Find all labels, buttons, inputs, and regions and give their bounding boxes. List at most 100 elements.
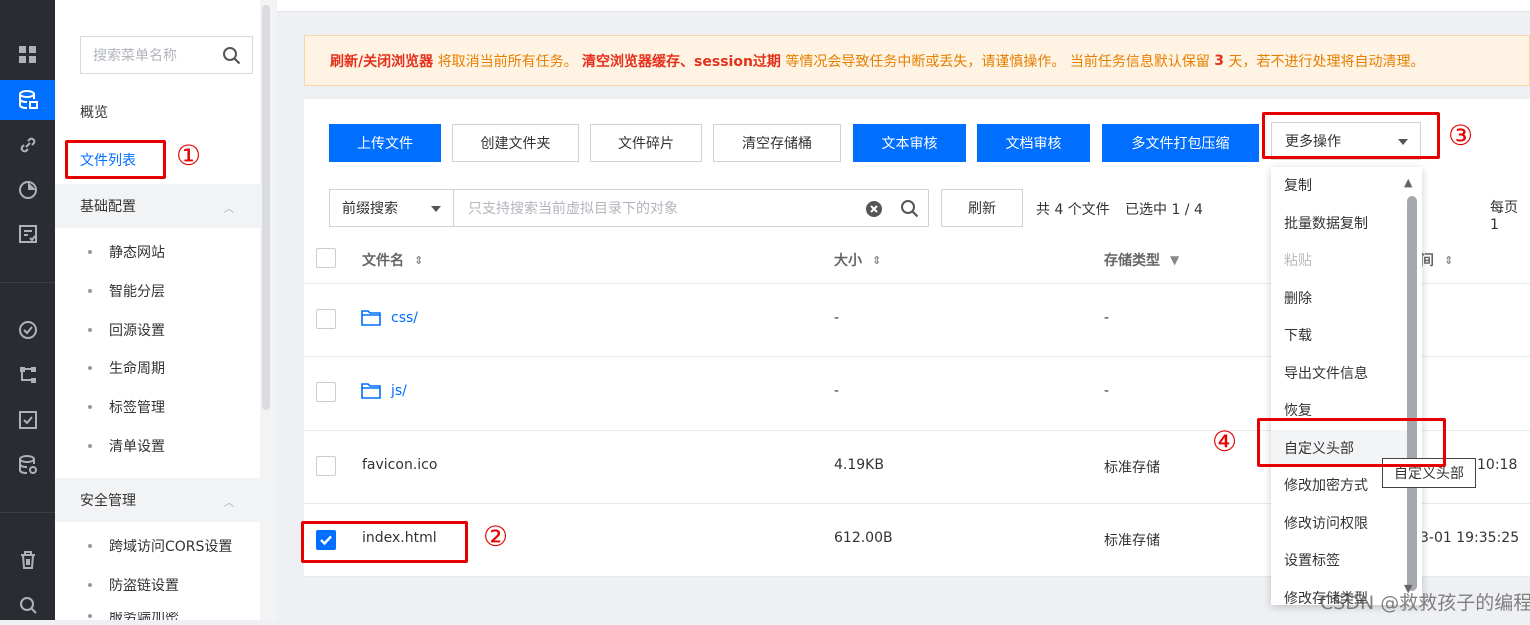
sidebar-item-overview[interactable]: 概览 [80,102,108,122]
sidebar-item-encryption[interactable]: 服务端加密 [88,612,179,620]
annotation-box-4 [1257,418,1446,467]
menu-item-set-tags[interactable]: 设置标签 [1284,550,1340,570]
menu-item-delete[interactable]: 删除 [1284,288,1312,308]
filter-icon[interactable]: ▼ [1170,253,1179,267]
menu-item-restore[interactable]: 恢复 [1284,400,1312,420]
menu-scrollbar[interactable] [1407,196,1417,591]
col-header-label: 大小 [834,253,862,269]
banner-emphasis: 刷新/关闭浏览器 [330,53,434,70]
modified-time: 10:18 [1477,457,1518,473]
trash-icon[interactable] [0,540,55,580]
bullet-icon [88,583,92,587]
file-size: - [834,310,840,326]
menu-search-input[interactable]: 搜索菜单名称 [80,36,253,74]
sidebar-group-basic-config[interactable]: 基础配置 ︿ [55,184,260,228]
annotation-number-3: ③ [1448,119,1474,152]
nav-rail [0,0,55,620]
multi-zip-button[interactable]: 多文件打包压缩 [1102,124,1259,162]
sidebar-item-label: 标签管理 [109,400,165,416]
fragments-button[interactable]: 文件碎片 [590,124,702,162]
sidebar-group-security[interactable]: 安全管理 ︿ [55,478,260,522]
sidebar-scrollbar[interactable] [262,5,270,410]
sidebar-item-lifecycle[interactable]: 生命周期 [88,358,165,378]
warning-banner: 刷新/关闭浏览器 将取消当前所有任务。 清空浏览器缓存、session过期 等情… [304,35,1530,86]
globe-icon[interactable] [0,310,55,350]
scroll-up-icon[interactable]: ▲ [1404,176,1412,189]
text-review-button[interactable]: 文本审核 [853,124,966,162]
annotation-number-2: ② [483,520,509,553]
rail-divider [0,512,55,513]
annotation-box-3 [1262,112,1440,159]
storage-type: 标准存储 [1104,460,1160,476]
col-header-storage[interactable]: 存储类型 ▼ [1104,250,1179,270]
sidebar-item-inventory[interactable]: 清单设置 [88,436,165,456]
menu-item-export-info[interactable]: 导出文件信息 [1284,363,1368,383]
sidebar-group-label: 基础配置 [80,199,136,215]
banner-emphasis: 3 [1214,52,1225,69]
per-page-label: 每页 1 [1490,200,1518,233]
storage-type: - [1104,383,1110,399]
col-header-name[interactable]: 文件名 ⇕ [362,250,423,270]
sort-icon[interactable]: ⇕ [414,254,423,267]
sidebar-item-tags[interactable]: 标签管理 [88,397,165,417]
sidebar-item-label: 静态网站 [109,245,165,261]
database-settings-icon[interactable] [0,445,55,485]
sidebar [55,0,260,620]
pie-chart-icon[interactable] [0,170,55,210]
tree-icon[interactable] [0,355,55,395]
clear-icon[interactable] [864,199,884,223]
report-icon[interactable] [0,214,55,254]
top-strip [277,0,1530,12]
folder-icon [361,382,381,403]
col-header-label: 文件名 [362,253,404,269]
menu-item-paste: 粘贴 [1284,253,1312,269]
select-all-checkbox[interactable] [316,248,336,268]
object-search-input[interactable]: 只支持搜索当前虚拟目录下的对象 [453,189,929,227]
create-folder-button[interactable]: 创建文件夹 [452,124,579,162]
annotation-box-2 [301,521,468,563]
storage-icon[interactable] [0,80,55,120]
sort-icon[interactable]: ⇕ [872,254,881,267]
search-zoom-icon[interactable] [0,585,55,625]
dashboard-icon[interactable] [0,35,55,75]
sidebar-item-smart-tiering[interactable]: 智能分层 [88,281,165,301]
refresh-button[interactable]: 刷新 [941,189,1023,227]
row-checkbox[interactable] [316,456,336,476]
menu-item-change-acl[interactable]: 修改访问权限 [1284,513,1368,533]
menu-item-change-encryption[interactable]: 修改加密方式 [1284,475,1368,495]
watermark: CSDN @救救孩子的编程 [1320,592,1530,614]
sidebar-item-origin[interactable]: 回源设置 [88,320,165,340]
search-icon[interactable] [222,46,242,70]
task-check-icon[interactable] [0,400,55,440]
sidebar-item-cors[interactable]: 跨域访问CORS设置 [88,536,232,556]
doc-review-button[interactable]: 文档审核 [977,124,1090,162]
file-name-link[interactable]: js/ [391,383,407,399]
col-header-size[interactable]: 大小 ⇕ [834,250,881,270]
prefix-search-select[interactable]: 前缀搜索 [329,189,454,227]
col-header-label: 间 [1420,253,1434,269]
search-icon[interactable] [900,199,920,223]
upload-button[interactable]: 上传文件 [329,124,441,162]
caret-down-icon [431,206,441,212]
file-size: - [834,383,840,399]
menu-search-placeholder: 搜索菜单名称 [93,48,177,64]
menu-item-download[interactable]: 下载 [1284,325,1312,345]
menu-item-copy[interactable]: 复制 [1284,175,1312,195]
sidebar-item-label: 回源设置 [109,323,165,339]
clear-bucket-button[interactable]: 清空存储桶 [713,124,841,162]
row-checkbox[interactable] [316,382,336,402]
menu-item-batch-copy[interactable]: 批量数据复制 [1284,213,1368,233]
bullet-icon [88,328,92,332]
modified-time: 3-01 19:35:25 [1420,530,1520,546]
object-search-placeholder: 只支持搜索当前虚拟目录下的对象 [468,201,678,217]
row-checkbox[interactable] [316,309,336,329]
sidebar-item-static-site[interactable]: 静态网站 [88,242,165,262]
file-name[interactable]: favicon.ico [362,457,437,473]
link-icon[interactable] [0,125,55,165]
file-name-link[interactable]: css/ [391,310,418,326]
col-header-time[interactable]: 间 ⇕ [1420,250,1453,270]
sidebar-item-hotlink[interactable]: 防盗链设置 [88,575,179,595]
sort-icon[interactable]: ⇕ [1444,254,1453,267]
selected-count: 已选中 1 / 4 [1125,202,1203,218]
file-count: 共 4 个文件 [1036,202,1110,218]
